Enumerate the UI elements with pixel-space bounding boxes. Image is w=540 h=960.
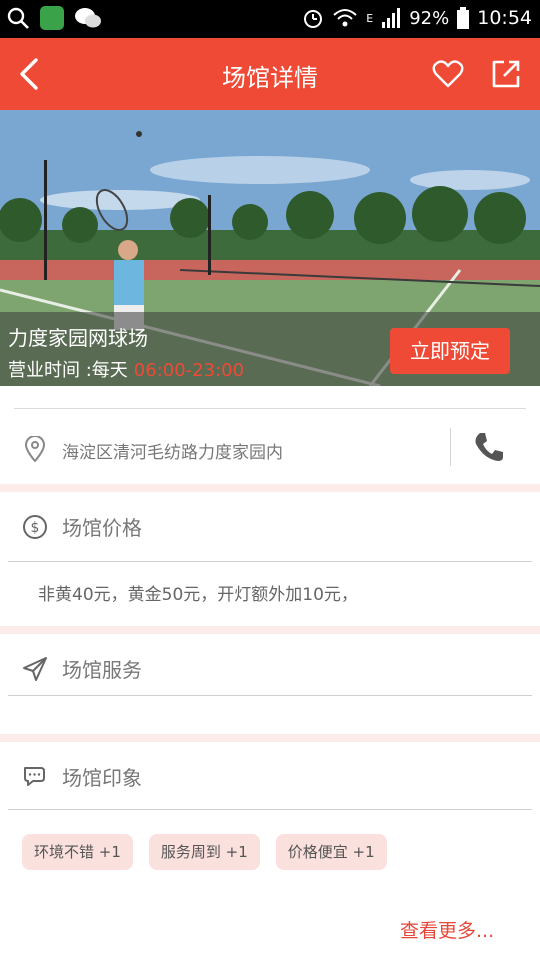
impression-tags: 环境不错 +1 服务周到 +1 价格便宜 +1	[22, 834, 387, 870]
signal-icon	[382, 8, 401, 28]
business-hours: 营业时间 :每天 06:00-23:00	[8, 356, 244, 382]
book-now-button[interactable]: 立即预定	[390, 328, 510, 374]
paper-plane-icon	[23, 657, 47, 681]
dollar-icon: $	[23, 515, 47, 539]
venue-name: 力度家园网球场	[8, 326, 148, 350]
impression-heading: 场馆印象	[62, 766, 142, 790]
price-section: $ 场馆价格 非黄40元，黄金50元，开灯额外加10元，	[0, 492, 540, 626]
security-shield-icon	[40, 6, 64, 30]
service-section-header: 场馆服务	[0, 634, 540, 702]
section-separator	[0, 484, 540, 492]
divider	[8, 561, 532, 562]
battery-icon	[457, 7, 470, 29]
status-bar: E 92% 10:54	[0, 0, 540, 38]
price-text: 非黄40元，黄金50元，开灯额外加10元，	[38, 585, 358, 605]
divider	[450, 428, 451, 466]
hours-time: 06:00-23:00	[133, 360, 245, 381]
impression-section-header: 场馆印象	[0, 742, 540, 810]
section-separator	[0, 734, 540, 742]
hours-label: 营业时间 :每天	[8, 360, 128, 381]
venue-hero: 力度家园网球场 营业时间 :每天 06:00-23:00 立即预定	[0, 110, 540, 386]
view-more-link[interactable]: 查看更多...	[400, 916, 494, 943]
section-separator	[0, 626, 540, 634]
location-pin-icon	[24, 436, 46, 462]
address-row[interactable]: 海淀区清河毛纺路力度家园内	[0, 410, 540, 484]
impression-tag[interactable]: 环境不错 +1	[22, 834, 133, 870]
search-icon	[7, 7, 29, 29]
clock: 10:54	[477, 7, 532, 29]
status-bar-system: E 92% 10:54	[302, 6, 532, 30]
impression-tag[interactable]: 价格便宜 +1	[275, 834, 387, 870]
wifi-icon	[333, 9, 357, 27]
service-heading: 场馆服务	[62, 658, 142, 682]
price-section-header: $ 场馆价格	[0, 492, 540, 560]
service-section: 场馆服务	[0, 634, 540, 734]
app-bar: 场馆详情	[0, 38, 540, 110]
heart-icon[interactable]	[432, 58, 464, 90]
price-heading: 场馆价格	[62, 516, 142, 540]
status-bar-notifications	[6, 6, 102, 30]
address-text: 海淀区清河毛纺路力度家园内	[62, 443, 283, 463]
share-icon[interactable]	[490, 58, 522, 90]
chat-bubble-icon	[24, 767, 45, 786]
impression-tag[interactable]: 服务周到 +1	[148, 834, 260, 870]
divider	[8, 695, 532, 696]
alarm-clock-icon	[304, 10, 323, 28]
network-type: E	[366, 11, 374, 25]
phone-icon[interactable]	[472, 430, 506, 464]
divider	[14, 408, 526, 409]
divider	[8, 809, 532, 810]
wechat-icon	[75, 8, 101, 28]
battery-percent: 92%	[409, 7, 450, 29]
svg-text:$: $	[31, 520, 40, 536]
